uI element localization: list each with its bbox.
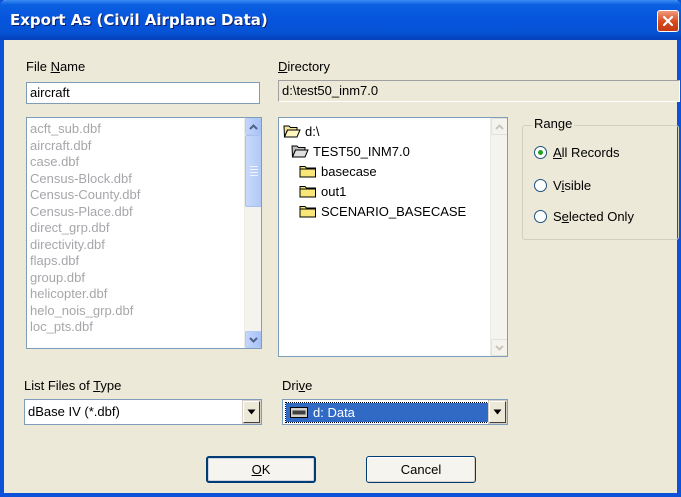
drive-select[interactable]: d: Data: [282, 399, 508, 425]
window-title: Export As (Civil Airplane Data): [10, 11, 268, 29]
drive-selected: d: Data: [285, 402, 497, 423]
directory-tree[interactable]: d:\ TEST50_INM7.0 basecase out1 SCENARIO…: [278, 117, 508, 357]
radio-button[interactable]: [534, 179, 547, 192]
radio-label: All Records: [553, 145, 620, 160]
drive-icon: [290, 407, 308, 418]
dir-item-out1[interactable]: out1: [299, 181, 346, 201]
file-list-item[interactable]: case.dbf: [30, 154, 243, 171]
radio-visible[interactable]: Visible: [534, 178, 591, 193]
scroll-up-button[interactable]: [491, 118, 507, 135]
scroll-down-button[interactable]: [491, 339, 507, 356]
chevron-down-icon: [493, 409, 502, 415]
scroll-up-button[interactable]: [245, 118, 261, 135]
file-list-item[interactable]: direct_grp.dbf: [30, 220, 243, 237]
open-folder-icon: [291, 145, 309, 158]
dropdown-button[interactable]: [242, 400, 261, 424]
dir-item-basecase[interactable]: basecase: [299, 161, 377, 181]
directory-scrollbar[interactable]: [490, 118, 507, 356]
chevron-down-icon: [247, 409, 256, 415]
radio-selected-only[interactable]: Selected Only: [534, 209, 634, 224]
directory-label: Directory: [278, 59, 331, 74]
file-name-label: File Name: [26, 59, 86, 74]
radio-all-records[interactable]: All Records: [534, 145, 619, 160]
folder-icon: [299, 206, 316, 218]
close-button[interactable]: [657, 10, 679, 32]
file-list-scrollbar[interactable]: [244, 118, 261, 348]
file-list-item[interactable]: Census-County.dbf: [30, 187, 243, 204]
file-name-input[interactable]: aircraft: [26, 82, 260, 104]
radio-label: Selected Only: [553, 209, 634, 224]
file-type-select[interactable]: dBase IV (*.dbf): [24, 399, 262, 425]
file-list-item[interactable]: flaps.dbf: [30, 253, 243, 270]
dir-item-test50[interactable]: TEST50_INM7.0: [291, 141, 410, 161]
chevron-down-icon: [495, 344, 504, 351]
file-list-item[interactable]: Census-Block.dbf: [30, 171, 243, 188]
dir-item-label: d:\: [305, 123, 320, 139]
file-list-item[interactable]: helicopter.dbf: [30, 286, 243, 303]
dir-item-label: basecase: [321, 163, 377, 179]
file-list-item[interactable]: loc_pts.dbf: [30, 319, 243, 336]
chevron-down-icon: [249, 336, 258, 343]
scroll-down-button[interactable]: [245, 331, 261, 348]
radio-button[interactable]: [534, 210, 547, 223]
dir-item-label: SCENARIO_BASECASE: [321, 203, 467, 219]
file-type-label: List Files of Type: [24, 378, 122, 393]
dir-item-root[interactable]: d:\: [283, 121, 319, 141]
file-list-items: acft_sub.dbf aircraft.dbf case.dbf Census-B…: [30, 121, 243, 336]
open-folder-icon: [283, 125, 301, 138]
file-list-item[interactable]: Census-Place.dbf: [30, 204, 243, 221]
radio-label: Visible: [553, 178, 592, 193]
file-list-item[interactable]: acft_sub.dbf: [30, 121, 243, 138]
file-list-item[interactable]: helo_nois_grp.dbf: [30, 303, 243, 320]
dropdown-button[interactable]: [488, 400, 507, 424]
ok-button[interactable]: OK: [206, 456, 316, 483]
dir-item-label: out1: [321, 183, 347, 199]
scroll-thumb[interactable]: [245, 135, 261, 207]
directory-path: d:\test50_inm7.0: [278, 80, 680, 102]
folder-icon: [299, 186, 316, 198]
chevron-up-icon: [249, 123, 258, 130]
range-title: Range: [532, 116, 575, 131]
file-list[interactable]: acft_sub.dbf aircraft.dbf case.dbf Census-B…: [26, 117, 262, 349]
dir-item-label: TEST50_INM7.0: [313, 143, 410, 159]
drive-label: Drive: [282, 378, 313, 393]
radio-button-checked[interactable]: [534, 146, 547, 159]
file-list-item[interactable]: directivity.dbf: [30, 237, 243, 254]
title-bar[interactable]: Export As (Civil Airplane Data): [0, 0, 681, 40]
dir-item-scenario[interactable]: SCENARIO_BASECASE: [299, 201, 466, 221]
file-type-value: dBase IV (*.dbf): [28, 404, 120, 419]
close-icon: [662, 15, 674, 27]
file-list-item[interactable]: aircraft.dbf: [30, 138, 243, 155]
chevron-up-icon: [495, 123, 504, 130]
folder-icon: [299, 166, 316, 178]
cancel-button[interactable]: Cancel: [366, 456, 476, 483]
file-list-item[interactable]: group.dbf: [30, 270, 243, 287]
export-dialog: Export As (Civil Airplane Data) File Nam…: [0, 0, 681, 497]
